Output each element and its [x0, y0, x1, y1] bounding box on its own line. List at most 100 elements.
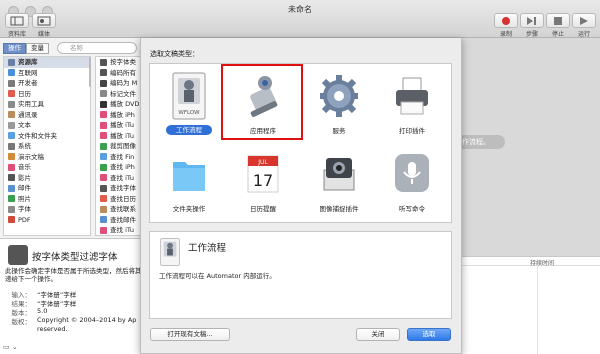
library-scrollbar[interactable]: [89, 57, 91, 87]
log-table-header: 持续时间: [460, 257, 600, 267]
action-item-icon: [100, 100, 107, 108]
action-item-icon: [100, 111, 107, 119]
open-existing-button[interactable]: 打开现有文稿...: [150, 328, 230, 341]
action-item-label: 编码所有: [110, 68, 136, 77]
tab-variables[interactable]: 变量: [26, 43, 49, 54]
action-item-label: 播放 DVD: [110, 100, 140, 108]
action-item-icon: [100, 90, 107, 98]
action-item-icon: [100, 69, 107, 77]
chevron-down-icon[interactable]: ⌄: [12, 343, 18, 351]
search-input[interactable]: 名称: [57, 42, 137, 54]
library-item[interactable]: 音乐: [4, 162, 90, 173]
library-item[interactable]: 影片: [4, 173, 90, 184]
library-toggle-button[interactable]: [5, 13, 29, 28]
record-button[interactable]: [494, 13, 518, 28]
action-item-icon: [100, 216, 107, 224]
library-item-label: 资源库: [18, 58, 38, 66]
type-service[interactable]: 服务: [305, 68, 373, 140]
stop-button[interactable]: [546, 13, 570, 28]
action-item-icon: [100, 163, 107, 171]
action-item-label: 标记文件: [110, 89, 136, 98]
media-label: 媒体: [37, 31, 50, 38]
action-item-label: 查找邮件: [110, 215, 136, 224]
library-item-label: 开发者: [18, 79, 38, 87]
tab-actions[interactable]: 操作: [3, 43, 26, 54]
library-label: 资料库: [7, 31, 26, 38]
play-icon: [580, 16, 588, 25]
action-item-label: 查找 iPh: [110, 163, 135, 171]
library-item[interactable]: 开发者: [4, 78, 90, 89]
image-capture-icon: [323, 158, 355, 191]
type-folder-action[interactable]: 文件夹操作: [155, 146, 223, 218]
type-dictation-command-label: 听写命令: [399, 205, 425, 213]
view-toggle-icon[interactable]: ▭: [3, 343, 10, 351]
close-button[interactable]: 关闭: [356, 328, 400, 341]
type-dictation-command[interactable]: 听写命令: [378, 146, 446, 218]
action-item-icon: [100, 205, 107, 213]
type-folder-action-label: 文件夹操作: [172, 205, 206, 213]
library-item[interactable]: 互联网: [4, 68, 90, 79]
action-item-label: 播放 iTu: [110, 121, 134, 129]
media-button[interactable]: [32, 13, 56, 28]
log-table: 持续时间: [460, 256, 600, 354]
library-item-icon: [8, 121, 15, 129]
duration-column-header[interactable]: 持续时间: [530, 258, 554, 267]
library-item[interactable]: 照片: [4, 194, 90, 205]
action-item-icon: [100, 58, 107, 66]
type-print-plugin[interactable]: 打印插件: [378, 68, 446, 140]
detail-copyright-row-2: reserved.: [37, 325, 68, 333]
action-item-label: 查找日历: [110, 194, 136, 203]
library-item-label: 文本: [18, 121, 31, 129]
type-workflow-label: 工作流程: [166, 125, 212, 135]
action-item-label: 裁剪图像: [110, 142, 136, 150]
automator-window: 未命名 资料库 媒体 录制 步骤 停止 运行 操作 变量 名称 资源库互联网 开发…: [0, 0, 600, 354]
library-item[interactable]: 演示文稿: [4, 152, 90, 163]
type-calendar-alarm[interactable]: JUL 17 日历提醒: [229, 146, 297, 218]
record-icon: [502, 16, 510, 25]
library-item[interactable]: PDF: [4, 215, 90, 226]
type-image-capture[interactable]: 图像捕捉插件: [305, 146, 373, 218]
calendar-month: JUL: [257, 159, 268, 166]
choose-button[interactable]: 选取: [407, 328, 451, 341]
library-item[interactable]: 日历: [4, 89, 90, 100]
calendar-icon: JUL 17: [247, 155, 279, 193]
library-list: 资源库互联网 开发者日历 实用工具 通讯录文本文件和文件夹 系统 演示文稿 音乐 影片 邮件 照片…: [3, 56, 91, 236]
printer-icon: [396, 77, 428, 115]
action-item-label: 按字体类: [110, 58, 136, 66]
action-item-label: 查找 iTu: [110, 226, 134, 234]
library-item-icon: [8, 79, 15, 87]
action-item-icon: [100, 142, 107, 150]
library-item-label: 演示文稿: [18, 152, 44, 161]
library-item-label: 通讯录: [18, 110, 38, 119]
library-item[interactable]: 邮件: [4, 183, 90, 194]
action-item-icon: [100, 79, 107, 87]
library-item[interactable]: 文件和文件夹: [4, 131, 90, 142]
step-button[interactable]: [520, 13, 544, 28]
run-button[interactable]: [572, 13, 596, 28]
font-action-icon: [8, 245, 28, 265]
library-item-label: 文件和文件夹: [18, 131, 57, 140]
action-item-label: 查找联系: [110, 205, 136, 213]
library-item-icon: [8, 205, 15, 213]
library-item[interactable]: 资源库: [4, 57, 90, 68]
action-item-label: 查找字体: [110, 184, 136, 192]
service-gear-icon: [320, 75, 358, 117]
action-item-label: 查找 iTu: [110, 173, 134, 182]
library-item[interactable]: 字体: [4, 204, 90, 215]
type-calendar-alarm-label: 日历提醒: [250, 205, 276, 213]
library-item-icon: [8, 153, 15, 161]
action-item-label: 编码为 M: [110, 79, 138, 87]
step-icon: [527, 16, 536, 25]
type-service-label: 服务: [332, 127, 346, 135]
run-label: 运行: [577, 31, 590, 38]
library-item-icon: [8, 132, 15, 140]
type-workflow[interactable]: WFLOW 工作流程: [155, 68, 223, 140]
library-item[interactable]: 实用工具: [4, 99, 90, 110]
type-image-capture-label: 图像捕捉插件: [319, 205, 359, 213]
library-item[interactable]: 通讯录: [4, 110, 90, 121]
type-description-text: 工作流程可以在 Automator 内部运行。: [159, 272, 276, 280]
library-item[interactable]: 文本: [4, 120, 90, 131]
library-item[interactable]: 系统: [4, 141, 90, 152]
title-bar: 未命名 资料库 媒体 录制 步骤 停止 运行: [0, 0, 600, 38]
library-item-label: 日历: [18, 89, 31, 98]
